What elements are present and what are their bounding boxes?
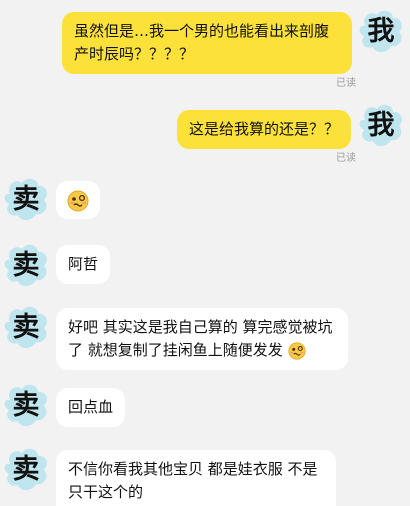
avatar-glyph: 卖 [12, 312, 40, 343]
message-text: 回点血 [68, 398, 114, 416]
avatar-seller[interactable]: 卖 [0, 302, 52, 354]
avatar-seller[interactable]: 卖 [0, 240, 52, 292]
avatar-glyph: 卖 [12, 184, 40, 215]
message-text: 这是给我算的还是？？ [189, 120, 340, 138]
message-bubble-incoming[interactable] [56, 181, 100, 219]
message-text: 不信你看我其他宝贝 都是娃衣服 不是只干这个的 [68, 460, 318, 501]
message-bubble-outgoing[interactable]: 这是给我算的还是？？ [177, 110, 352, 149]
message-text: 虽然但是…我一个男的也能看出来剖腹产时辰吗？？？？ [74, 22, 330, 63]
message-bubble-outgoing[interactable]: 虽然但是…我一个男的也能看出来剖腹产时辰吗？？？？ [62, 12, 352, 74]
avatar-glyph: 卖 [12, 454, 40, 485]
read-status: 已读 [336, 153, 356, 164]
avatar-me[interactable]: 我 [355, 100, 407, 152]
avatar-seller[interactable]: 卖 [0, 444, 52, 496]
message-text: 阿哲 [68, 255, 99, 273]
woozy-face-icon [67, 190, 89, 211]
message-bubble-incoming[interactable]: 好吧 其实这是我自己算的 算完感觉被坑了 就想复制了挂闲鱼上随便发发 [56, 308, 348, 370]
avatar-glyph: 我 [367, 16, 395, 47]
message-bubble-incoming[interactable]: 不信你看我其他宝贝 都是娃衣服 不是只干这个的 [56, 450, 336, 506]
avatar-seller[interactable]: 卖 [0, 380, 52, 432]
avatar-me[interactable]: 我 [355, 6, 407, 58]
avatar-glyph: 我 [367, 110, 395, 141]
avatar-glyph: 卖 [12, 390, 40, 421]
read-status: 已读 [336, 78, 356, 89]
woozy-face-icon [287, 341, 306, 360]
message-bubble-incoming[interactable]: 回点血 [56, 388, 126, 427]
avatar-seller[interactable]: 卖 [0, 174, 52, 226]
chat-window: 虽然但是…我一个男的也能看出来剖腹产时辰吗？？？？ 我 已读 这是给我算的还是？… [0, 0, 410, 506]
avatar-glyph: 卖 [12, 250, 40, 281]
message-bubble-incoming[interactable]: 阿哲 [56, 245, 111, 284]
